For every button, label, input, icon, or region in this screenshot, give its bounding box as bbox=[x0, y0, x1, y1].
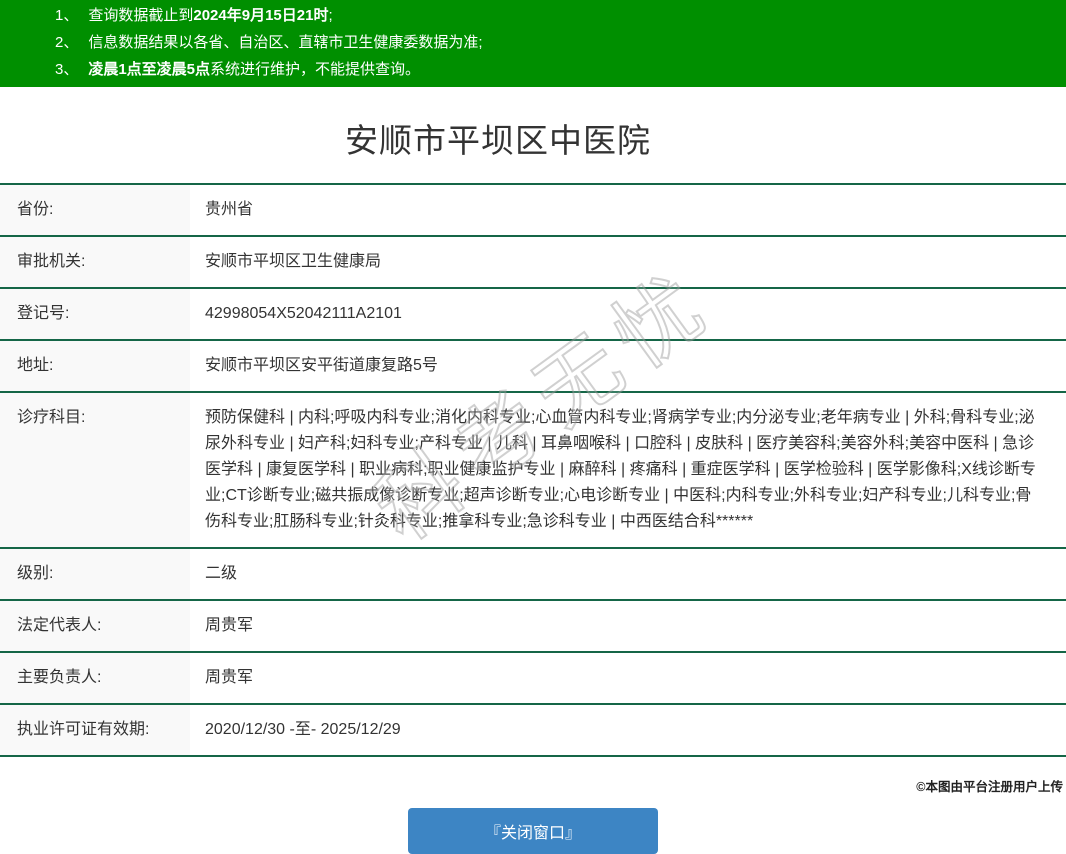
row-value: 二级 bbox=[190, 549, 1066, 599]
row-value: 安顺市平坝区安平街道康复路5号 bbox=[190, 341, 1066, 391]
row-label: 地址: bbox=[0, 341, 190, 391]
notice-text-segment: 凌晨1点至凌晨5点 bbox=[88, 61, 210, 78]
row-label: 审批机关: bbox=[0, 237, 190, 287]
info-table: 省份:贵州省审批机关:安顺市平坝区卫生健康局登记号:42998054X52042… bbox=[0, 183, 1066, 757]
notice-text-segment: 系统进行维护，不能提供查询。 bbox=[210, 61, 420, 78]
notice-bar: 1、查询数据截止到2024年9月15日21时;2、信息数据结果以各省、自治区、直… bbox=[0, 0, 1066, 87]
row-value: 预防保健科 | 内科;呼吸内科专业;消化内科专业;心血管内科专业;肾病学专业;内… bbox=[190, 393, 1066, 547]
table-row: 诊疗科目:预防保健科 | 内科;呼吸内科专业;消化内科专业;心血管内科专业;肾病… bbox=[0, 393, 1066, 549]
notice-item-3: 3、凌晨1点至凌晨5点系统进行维护，不能提供查询。 bbox=[55, 56, 1066, 83]
table-row: 登记号:42998054X52042111A2101 bbox=[0, 289, 1066, 341]
notice-number: 3、 bbox=[55, 61, 78, 78]
table-row: 法定代表人:周贵军 bbox=[0, 601, 1066, 653]
table-row: 主要负责人:周贵军 bbox=[0, 653, 1066, 705]
notice-text-segment: 2024年9月15日21时 bbox=[193, 7, 328, 24]
row-value: 42998054X52042111A2101 bbox=[190, 289, 1066, 339]
table-row: 级别:二级 bbox=[0, 549, 1066, 601]
table-row: 地址:安顺市平坝区安平街道康复路5号 bbox=[0, 341, 1066, 393]
row-value: 贵州省 bbox=[190, 185, 1066, 235]
row-value: 周贵军 bbox=[190, 601, 1066, 651]
notice-text-segment: 查询数据截止到 bbox=[88, 7, 193, 24]
notice-text-segment: 信息数据结果以各省、自治区、直辖市卫生健康委数据为准; bbox=[88, 34, 482, 51]
row-label: 登记号: bbox=[0, 289, 190, 339]
row-label: 主要负责人: bbox=[0, 653, 190, 703]
notice-number: 2、 bbox=[55, 34, 78, 51]
row-value: 安顺市平坝区卫生健康局 bbox=[190, 237, 1066, 287]
row-label: 法定代表人: bbox=[0, 601, 190, 651]
notice-item-1: 1、查询数据截止到2024年9月15日21时; bbox=[55, 2, 1066, 29]
row-value: 周贵军 bbox=[190, 653, 1066, 703]
table-row: 省份:贵州省 bbox=[0, 185, 1066, 237]
copyright-note: ©本图由平台注册用户上传 bbox=[916, 776, 1063, 795]
row-value: 2020/12/30 -至- 2025/12/29 bbox=[190, 705, 1066, 755]
row-label: 执业许可证有效期: bbox=[0, 705, 190, 755]
notice-number: 1、 bbox=[55, 7, 78, 24]
table-row: 执业许可证有效期:2020/12/30 -至- 2025/12/29 bbox=[0, 705, 1066, 757]
row-label: 省份: bbox=[0, 185, 190, 235]
notice-text-segment: ; bbox=[328, 7, 332, 24]
notice-list: 1、查询数据截止到2024年9月15日21时;2、信息数据结果以各省、自治区、直… bbox=[0, 2, 1066, 83]
row-label: 诊疗科目: bbox=[0, 393, 190, 547]
close-window-button[interactable]: 『关闭窗口』 bbox=[408, 808, 658, 854]
row-label: 级别: bbox=[0, 549, 190, 599]
page-title: 安顺市平坝区中医院 bbox=[0, 114, 996, 162]
notice-item-2: 2、信息数据结果以各省、自治区、直辖市卫生健康委数据为准; bbox=[55, 29, 1066, 56]
table-row: 审批机关:安顺市平坝区卫生健康局 bbox=[0, 237, 1066, 289]
